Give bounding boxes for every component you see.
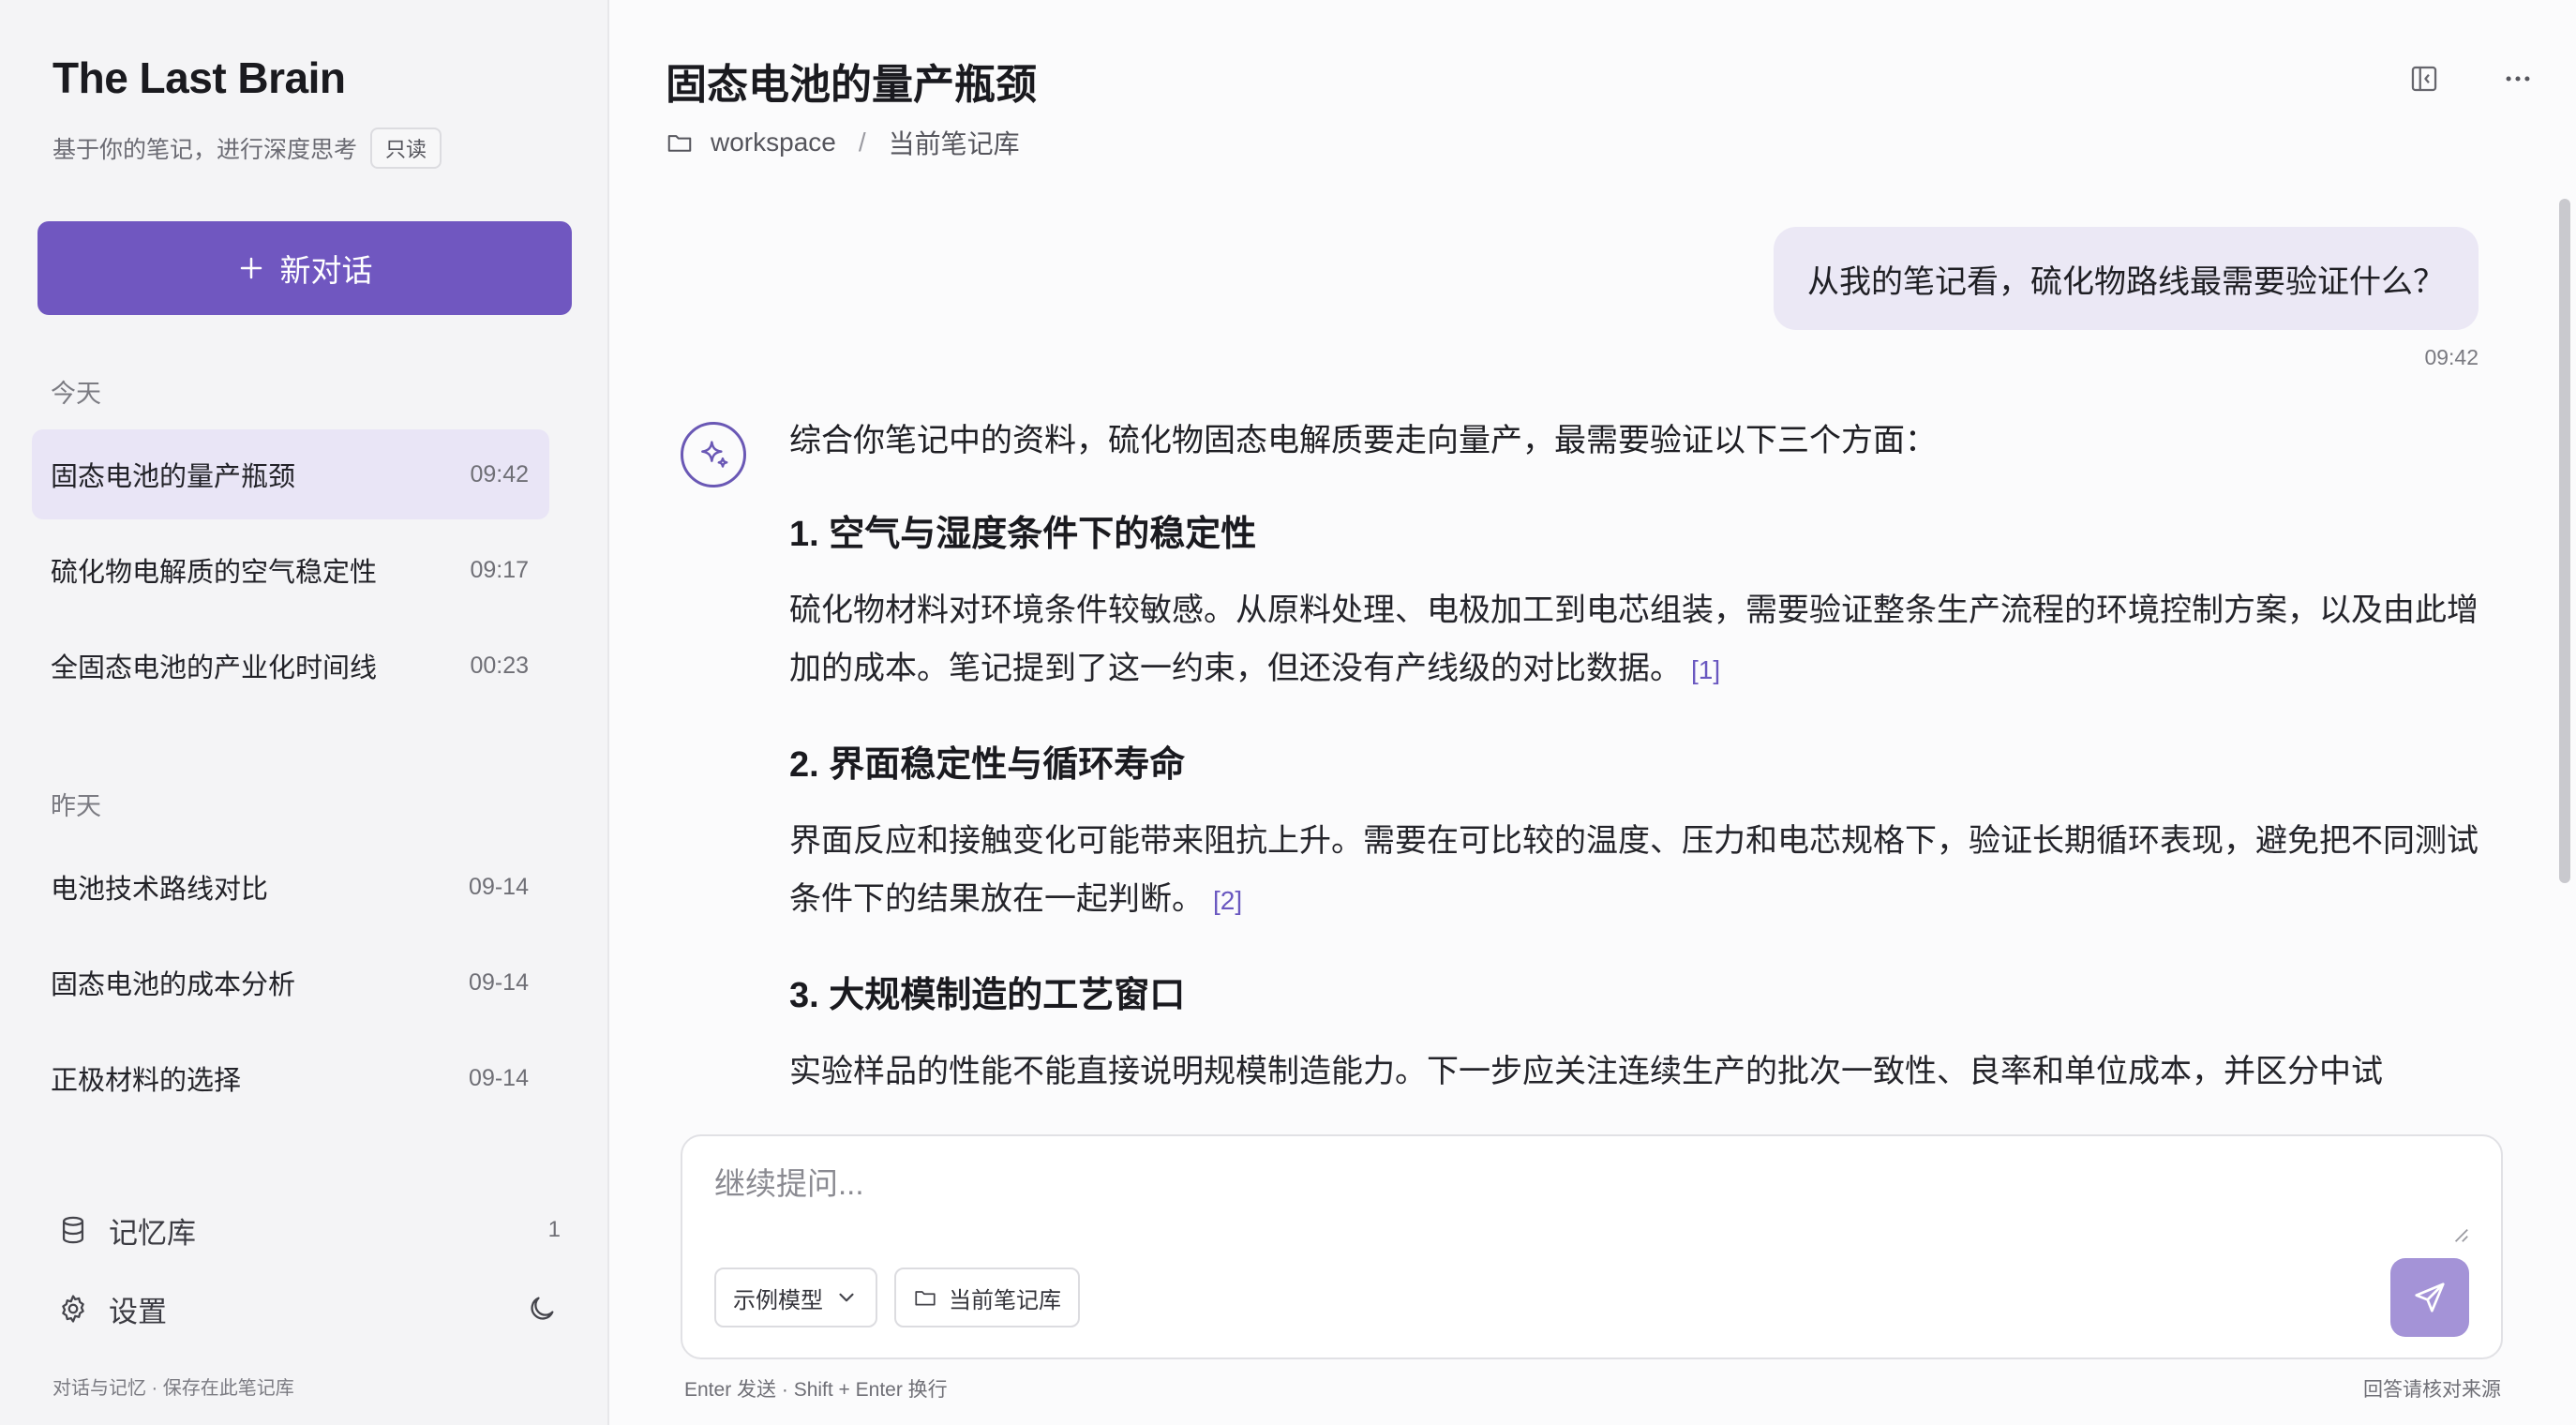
conversation-time: 09-14 xyxy=(469,968,529,996)
breadcrumb-workspace[interactable]: workspace xyxy=(711,128,836,158)
moon-icon[interactable] xyxy=(523,1290,561,1328)
database-icon xyxy=(54,1211,92,1249)
breadcrumb-separator: / xyxy=(858,128,866,157)
app-subtitle: 基于你的笔记，进行深度思考 xyxy=(52,137,358,163)
chat-scrollbar[interactable] xyxy=(2559,199,2570,883)
assistant-answer: 综合你笔记中的资料，硫化物固态电解质要走向量产，最需要验证以下三个方面： 1. … xyxy=(789,412,2486,1125)
readonly-badge: 只读 xyxy=(370,128,442,169)
model-select[interactable]: 示例模型 xyxy=(714,1268,877,1328)
answer-paragraph: 硫化物材料对环境条件较敏感。从原料处理、电极加工到电芯组装，需要验证整条生产流程… xyxy=(789,581,2486,699)
folder-icon xyxy=(667,135,692,152)
answer-text: 界面反应和接触变化可能带来阻抗上升。需要在可比较的温度、压力和电芯规格下，验证长… xyxy=(789,823,2479,917)
answer-paragraph: 实验样品的性能不能直接说明规模制造能力。下一步应关注连续生产的批次一致性、良率和… xyxy=(789,1042,2486,1101)
answer-heading: 2. 界面稳定性与循环寿命 xyxy=(789,745,1186,785)
section-label-yesterday: 昨天 xyxy=(51,792,101,820)
chevron-down-icon xyxy=(839,1293,854,1302)
breadcrumb-current-vault[interactable]: 当前笔记库 xyxy=(889,124,1020,161)
source-disclaimer: 回答请核对来源 xyxy=(2363,1379,2501,1401)
message-input[interactable] xyxy=(682,1136,2501,1249)
conversation-title: 硫化物电解质的空气稳定性 xyxy=(51,558,378,588)
scope-select-label: 当前笔记库 xyxy=(949,1287,1061,1313)
new-chat-button[interactable]: 新对话 xyxy=(37,221,572,315)
model-select-label: 示例模型 xyxy=(733,1287,823,1313)
citation-link[interactable]: [2] xyxy=(1213,886,1242,915)
memory-count: 1 xyxy=(547,1217,561,1242)
send-icon xyxy=(2415,1282,2445,1312)
conversation-time: 00:23 xyxy=(470,652,529,679)
settings-label[interactable]: 设置 xyxy=(109,1288,167,1330)
subtitle-row: 基于你的笔记，进行深度思考 只读 xyxy=(52,128,442,169)
conversation-title: 正极材料的选择 xyxy=(51,1066,242,1096)
settings-row: 设置 xyxy=(54,1281,561,1337)
gear-icon[interactable] xyxy=(54,1290,92,1328)
assistant-avatar xyxy=(681,422,746,488)
conversation-time: 09-14 xyxy=(469,873,529,900)
page-title: 固态电池的量产瓶颈 xyxy=(666,62,1037,108)
citation-link[interactable]: [1] xyxy=(1691,655,1720,684)
answer-heading: 3. 大规模制造的工艺窗口 xyxy=(789,976,1186,1015)
conversation-item[interactable]: 固态电池的成本分析 09-14 xyxy=(32,938,549,1028)
app-title: The Last Brain xyxy=(52,53,346,102)
plus-icon xyxy=(240,257,262,279)
composer-hint: Enter 发送 · Shift + Enter 换行 xyxy=(684,1379,948,1401)
more-horizontal-icon[interactable] xyxy=(2499,60,2537,98)
conversation-item[interactable]: 硫化物电解质的空气稳定性 09:17 xyxy=(32,525,549,615)
answer-text: 实验样品的性能不能直接说明规模制造能力。下一步应关注连续生产的批次一致性、良率和… xyxy=(789,1054,2383,1089)
resize-grip-icon[interactable] xyxy=(2452,1226,2469,1243)
conversation-title: 全固态电池的产业化时间线 xyxy=(51,653,378,683)
conversation-title: 电池技术路线对比 xyxy=(51,875,269,905)
folder-icon xyxy=(915,1291,936,1306)
memory-link[interactable]: 记忆库 1 xyxy=(54,1202,561,1258)
footer-note: 对话与记忆 · 保存在此笔记库 xyxy=(52,1378,294,1399)
new-chat-label: 新对话 xyxy=(279,253,373,288)
conversation-item[interactable]: 电池技术路线对比 09-14 xyxy=(32,842,549,932)
answer-intro: 综合你笔记中的资料，硫化物固态电解质要走向量产，最需要验证以下三个方面： xyxy=(789,423,1937,458)
conversation-item[interactable]: 全固态电池的产业化时间线 00:23 xyxy=(32,621,549,711)
composer: 示例模型 当前笔记库 xyxy=(681,1134,2503,1359)
conversation-title: 固态电池的量产瓶颈 xyxy=(51,462,296,492)
sparkle-icon xyxy=(701,441,728,468)
answer-text: 硫化物材料对环境条件较敏感。从原料处理、电极加工到电芯组装，需要验证整条生产流程… xyxy=(789,592,2479,686)
breadcrumb: workspace / 当前笔记库 xyxy=(666,124,1020,161)
user-message: 从我的笔记看，硫化物路线最需要验证什么？ xyxy=(1774,227,2479,330)
send-button[interactable] xyxy=(2390,1258,2469,1337)
conversation-time: 09-14 xyxy=(469,1064,529,1091)
scope-select[interactable]: 当前笔记库 xyxy=(894,1268,1080,1328)
conversation-item[interactable]: 正极材料的选择 09-14 xyxy=(32,1033,549,1123)
section-label-today: 今天 xyxy=(51,380,101,408)
conversation-time: 09:42 xyxy=(470,460,529,488)
sidebar: The Last Brain 基于你的笔记，进行深度思考 只读 新对话 今天 固… xyxy=(0,0,609,1425)
conversation-title: 固态电池的成本分析 xyxy=(51,970,296,1000)
user-message-time: 09:42 xyxy=(2424,345,2479,369)
memory-label: 记忆库 xyxy=(109,1216,196,1250)
answer-paragraph: 界面反应和接触变化可能带来阻抗上升。需要在可比较的温度、压力和电芯规格下，验证长… xyxy=(789,812,2486,930)
conversation-time: 09:17 xyxy=(470,556,529,583)
sidebar-collapse-icon[interactable] xyxy=(2405,60,2443,98)
top-toolbar xyxy=(2405,60,2537,98)
answer-heading: 1. 空气与湿度条件下的稳定性 xyxy=(789,515,1257,554)
conversation-item-active[interactable]: 固态电池的量产瓶颈 09:42 xyxy=(32,429,549,519)
chat-main: 固态电池的量产瓶颈 workspace / 当前笔记库 从我的笔记看，硫化物路线… xyxy=(611,0,2576,1425)
